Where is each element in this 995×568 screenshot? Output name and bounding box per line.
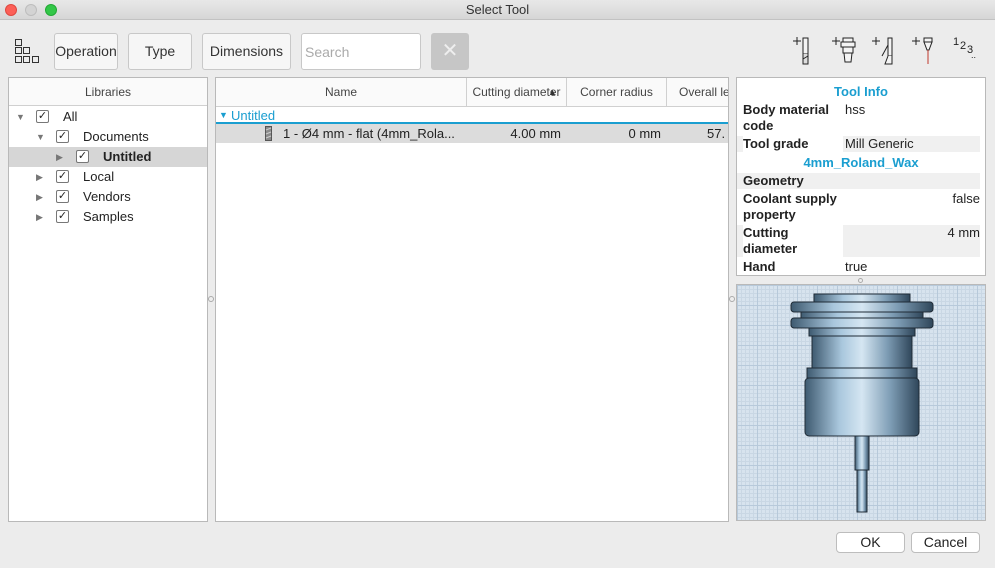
splitter-handle[interactable] [729,296,735,302]
library-checkbox[interactable]: ✓ [56,190,69,203]
info-row-body-material: Body material code hss [737,102,980,134]
library-checkbox[interactable]: ✓ [56,210,69,223]
tool-3d-preview-icon [790,293,934,513]
info-key: Geometry [743,173,804,188]
add-probe-icon[interactable] [910,32,946,70]
info-value: 4 mm [947,225,981,240]
window-title: Select Tool [465,2,530,17]
expand-triangle-icon[interactable]: ▶ [56,147,63,167]
info-value: hss [845,102,866,117]
close-window-button[interactable] [5,4,17,16]
ok-button[interactable]: OK [836,532,905,553]
library-item-local[interactable]: ▶ ✓ Local [9,167,207,187]
library-label: Vendors [83,189,131,204]
overall-length-cell: 57. [707,126,726,141]
library-checkbox[interactable]: ✓ [76,150,89,163]
library-checkbox[interactable]: ✓ [56,170,69,183]
endmill-tool-icon [265,126,272,141]
info-row-geometry: Geometry [737,173,980,189]
info-key: Coolant supply property [743,191,837,222]
info-key: Cutting diameter [743,225,843,257]
tool-group-label: Untitled [231,108,276,123]
tool-group-row[interactable]: ▼ Untitled [216,107,728,124]
info-row-hand: Hand true [737,259,980,275]
info-row-coolant: Coolant supply property false [737,191,980,223]
numbering-icon[interactable]: 1 2 3 .. [953,36,983,66]
corner-radius-cell: 0 mm [628,126,662,141]
library-checkbox[interactable]: ✓ [36,110,49,123]
expand-triangle-icon[interactable]: ▶ [36,207,43,227]
tool-name-title: 4mm_Roland_Wax [803,155,919,170]
info-row-tool-grade: Tool grade Mill Generic [737,136,980,152]
column-header-corner-radius[interactable]: Corner radius [567,78,667,107]
add-endmill-icon[interactable] [791,32,827,70]
tool-info-panel: Tool Info Body material code hss Tool gr… [736,77,986,276]
libraries-header: Libraries [9,78,207,106]
search-input[interactable] [301,33,421,70]
info-key: Tool grade [743,136,843,152]
library-checkbox[interactable]: ✓ [56,130,69,143]
tool-preview-viewport[interactable] [736,284,986,521]
column-header-name[interactable]: Name [216,78,467,107]
info-value: false [952,191,980,206]
library-label: All [63,109,78,124]
dimensions-filter-button[interactable]: Dimensions [202,33,291,70]
add-holder-icon[interactable] [830,32,866,70]
column-header-cutting-diameter[interactable]: Cutting diameter ▲ [467,78,567,107]
cancel-button[interactable]: Cancel [911,532,980,553]
libraries-panel: Libraries ▼ ✓ All ▼ ✓ Documents ▶ ✓ Unti… [8,77,208,522]
library-item-untitled[interactable]: ▶ ✓ Untitled [9,147,207,167]
tool-list-panel: Name Cutting diameter ▲ Corner radius Ov… [215,77,729,522]
splitter-handle[interactable] [858,278,863,283]
splitter-handle[interactable] [208,296,214,302]
collapse-triangle-icon[interactable]: ▼ [36,127,45,147]
library-label: Local [83,169,115,184]
operation-filter-button[interactable]: Operation [54,33,118,70]
library-label: Untitled [103,149,152,164]
clear-search-button[interactable]: ✕ [431,33,469,70]
collapse-triangle-icon[interactable]: ▼ [219,107,228,124]
grid-view-icon[interactable] [14,38,40,64]
expand-triangle-icon[interactable]: ▶ [36,167,43,187]
expand-triangle-icon[interactable]: ▶ [36,187,43,207]
column-header-overall-length[interactable]: Overall le [667,78,728,107]
info-value: Mill Generic [845,136,914,151]
library-item-documents[interactable]: ▼ ✓ Documents [9,127,207,147]
library-item-vendors[interactable]: ▶ ✓ Vendors [9,187,207,207]
info-row-cutting-diameter: Cutting diameter 4 mm [737,225,980,257]
type-filter-button[interactable]: Type [128,33,192,70]
library-item-samples[interactable]: ▶ ✓ Samples [9,207,207,227]
sort-ascending-icon: ▲ [548,87,557,97]
library-label: Samples [83,209,134,224]
minimize-window-button[interactable] [25,4,37,16]
library-item-all[interactable]: ▼ ✓ All [9,107,207,127]
maximize-window-button[interactable] [45,4,57,16]
tool-info-title: Tool Info [834,84,888,99]
info-key: Hand [743,259,776,274]
info-key: Body material code [743,102,829,133]
info-value: true [845,259,868,274]
cutting-diameter-cell: 4.00 mm [510,126,561,141]
add-drill-icon[interactable] [870,32,906,70]
library-label: Documents [83,129,149,144]
title-bar: Select Tool [0,0,995,20]
collapse-triangle-icon[interactable]: ▼ [16,107,25,127]
tool-name-cell: 1 - Ø4 mm - flat (4mm_Rola... [283,126,455,141]
table-row[interactable]: 1 - Ø4 mm - flat (4mm_Rola... 4.00 mm 0 … [216,124,728,143]
